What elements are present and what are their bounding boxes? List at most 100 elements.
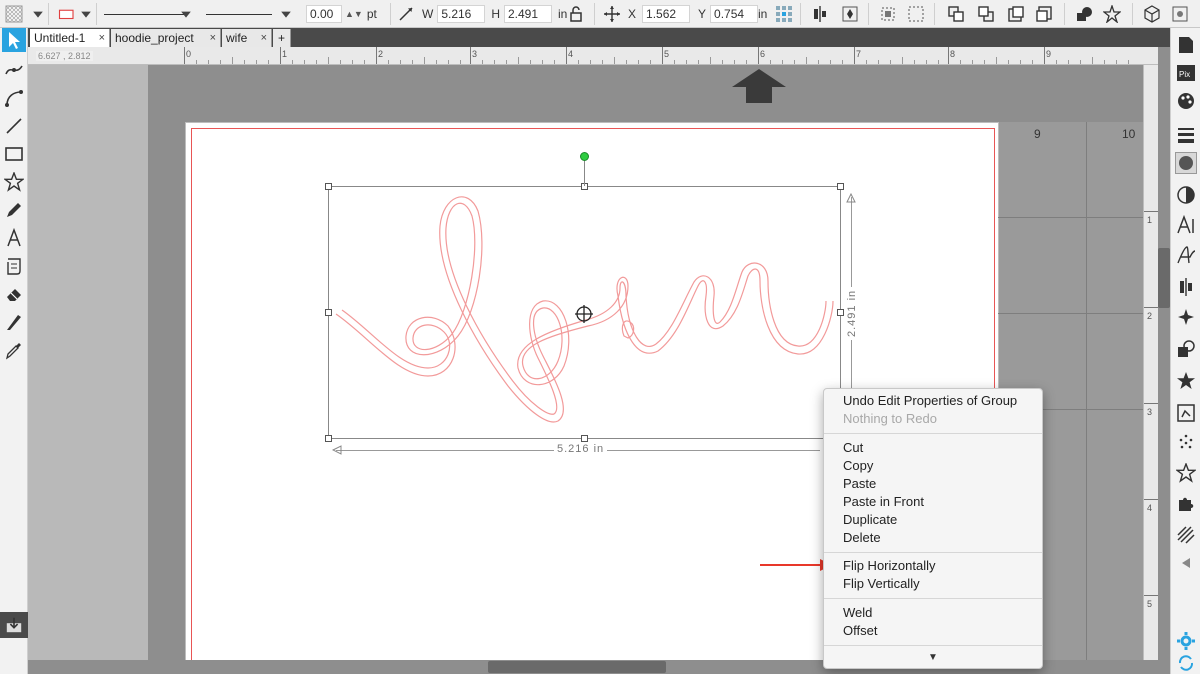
menu-scroll-down-icon[interactable]: ▼ bbox=[928, 652, 938, 663]
line-tool[interactable] bbox=[2, 114, 26, 138]
move-icon bbox=[602, 4, 622, 24]
menu-item-flip-horizontally[interactable]: Flip Horizontally bbox=[843, 557, 935, 575]
line-width-input[interactable]: 0.00 bbox=[306, 5, 342, 23]
menu-item-delete[interactable]: Delete bbox=[843, 529, 881, 547]
align-icon[interactable] bbox=[810, 4, 830, 24]
menu-item-paste-in-front[interactable]: Paste in Front bbox=[843, 493, 924, 511]
font-button[interactable] bbox=[1175, 244, 1197, 266]
trace-button[interactable] bbox=[1175, 402, 1197, 424]
pixscan-button[interactable]: Pix bbox=[1175, 62, 1197, 84]
send-to-back-icon[interactable] bbox=[976, 4, 996, 24]
line-style-button[interactable] bbox=[1175, 124, 1197, 146]
menu-item-duplicate[interactable]: Duplicate bbox=[843, 511, 897, 529]
panel-toggle-button[interactable] bbox=[0, 612, 28, 638]
reference-point-icon[interactable] bbox=[774, 4, 794, 24]
text-tool[interactable] bbox=[2, 226, 26, 250]
fill-dropdown-icon[interactable] bbox=[32, 4, 44, 24]
polygon-tool[interactable] bbox=[2, 170, 26, 194]
height-input[interactable]: 2.491 bbox=[504, 5, 552, 23]
resize-handle-left[interactable] bbox=[325, 309, 332, 316]
pixscan-icon[interactable] bbox=[1170, 4, 1190, 24]
close-icon[interactable]: × bbox=[261, 32, 267, 44]
resize-handle-bottom-left[interactable] bbox=[325, 435, 332, 442]
resize-handle-right[interactable] bbox=[837, 309, 844, 316]
line-color-icon[interactable] bbox=[54, 4, 80, 24]
line-style-selector[interactable] bbox=[104, 0, 184, 28]
tab-hoodie-project[interactable]: hoodie_project × bbox=[111, 29, 221, 47]
line-style-dropdown-icon[interactable] bbox=[180, 4, 192, 24]
align-panel-button[interactable] bbox=[1175, 276, 1197, 298]
3d-box-icon[interactable] bbox=[1142, 4, 1162, 24]
panel-collapse-button[interactable] bbox=[1175, 552, 1197, 574]
fill-pattern-icon[interactable] bbox=[4, 4, 24, 24]
sync-button[interactable] bbox=[1175, 652, 1197, 674]
offset-button[interactable] bbox=[1175, 370, 1197, 392]
select-tool[interactable] bbox=[2, 28, 26, 52]
scroll-icon bbox=[7, 258, 21, 275]
menu-item-paste[interactable]: Paste bbox=[843, 475, 876, 493]
settings-button[interactable] bbox=[1175, 630, 1197, 652]
draw-tool[interactable] bbox=[2, 198, 26, 222]
fill-pattern-button[interactable] bbox=[1175, 152, 1197, 174]
center-crosshair-icon[interactable] bbox=[575, 305, 593, 323]
text-style-button[interactable] bbox=[1175, 214, 1197, 236]
new-tab-button[interactable]: + bbox=[273, 29, 291, 47]
transparency-button[interactable] bbox=[1175, 184, 1197, 206]
bring-forward-icon[interactable] bbox=[1006, 4, 1026, 24]
menu-item-weld[interactable]: Weld bbox=[843, 604, 872, 622]
group-icon[interactable] bbox=[878, 4, 898, 24]
sketch-button[interactable] bbox=[1175, 432, 1197, 454]
replicate-button[interactable] bbox=[1175, 306, 1197, 328]
horizontal-scrollbar-thumb[interactable] bbox=[488, 661, 666, 673]
bring-to-front-icon[interactable] bbox=[946, 4, 966, 24]
rotate-handle[interactable] bbox=[580, 152, 589, 161]
send-backward-icon[interactable] bbox=[1034, 4, 1054, 24]
lock-icon[interactable] bbox=[566, 4, 586, 24]
close-icon[interactable]: × bbox=[210, 32, 216, 44]
resize-handle-bottom[interactable] bbox=[581, 435, 588, 442]
y-input[interactable]: 0.754 bbox=[710, 5, 759, 23]
star-icon[interactable] bbox=[1102, 4, 1122, 24]
vertical-scrollbar-thumb[interactable] bbox=[1158, 248, 1170, 308]
ungroup-icon[interactable] bbox=[906, 4, 926, 24]
knife-tool[interactable] bbox=[2, 310, 26, 334]
script-a-icon bbox=[1177, 246, 1196, 264]
eraser-tool[interactable] bbox=[2, 282, 26, 306]
vertical-scrollbar[interactable] bbox=[1158, 65, 1170, 660]
center-to-page-icon[interactable] bbox=[840, 4, 860, 24]
menu-item-flip-vertically[interactable]: Flip Vertically bbox=[843, 575, 920, 593]
resize-handle-top-left[interactable] bbox=[325, 183, 332, 190]
fill-color-button[interactable] bbox=[1175, 90, 1197, 112]
mat-tick: 10 bbox=[1122, 127, 1136, 141]
tab-wife[interactable]: wife × bbox=[222, 29, 272, 47]
contrast-icon bbox=[1177, 186, 1195, 204]
curve-tool[interactable] bbox=[2, 86, 26, 110]
svg-text:Pix: Pix bbox=[1179, 70, 1190, 79]
tab-label: Untitled-1 bbox=[34, 31, 86, 45]
tab-untitled-1[interactable]: Untitled-1 × bbox=[30, 29, 110, 47]
menu-item-offset[interactable]: Offset bbox=[843, 622, 877, 640]
puzzle-button[interactable] bbox=[1175, 492, 1197, 514]
modify-button[interactable] bbox=[1175, 338, 1197, 360]
text-on-path-tool[interactable] bbox=[2, 254, 26, 278]
hatch-button[interactable] bbox=[1175, 524, 1197, 546]
shapes-library-icon[interactable] bbox=[1074, 4, 1094, 24]
point-edit-tool[interactable] bbox=[2, 58, 26, 82]
resize-handle-top-right[interactable] bbox=[837, 183, 844, 190]
stepper-icon[interactable]: ▲▼ bbox=[345, 9, 363, 19]
menu-item-undo[interactable]: Undo Edit Properties of Group bbox=[843, 392, 1017, 410]
dimension-arrow-top-icon bbox=[846, 193, 856, 203]
eyedropper-tool[interactable] bbox=[2, 338, 26, 362]
trace-icon bbox=[1177, 404, 1195, 422]
x-input[interactable]: 1.562 bbox=[642, 5, 691, 23]
nesting-button[interactable] bbox=[1175, 462, 1197, 484]
menu-item-copy[interactable]: Copy bbox=[843, 457, 873, 475]
width-dimension-label: 5.216 in bbox=[554, 443, 608, 455]
page-setup-button[interactable] bbox=[1175, 34, 1197, 56]
rectangle-tool[interactable] bbox=[2, 142, 26, 166]
line-weight-dropdown-icon[interactable] bbox=[280, 4, 292, 24]
close-icon[interactable]: × bbox=[99, 32, 105, 44]
width-input[interactable]: 5.216 bbox=[437, 5, 486, 23]
line-color-dropdown-icon[interactable] bbox=[80, 4, 92, 24]
menu-item-cut[interactable]: Cut bbox=[843, 439, 863, 457]
